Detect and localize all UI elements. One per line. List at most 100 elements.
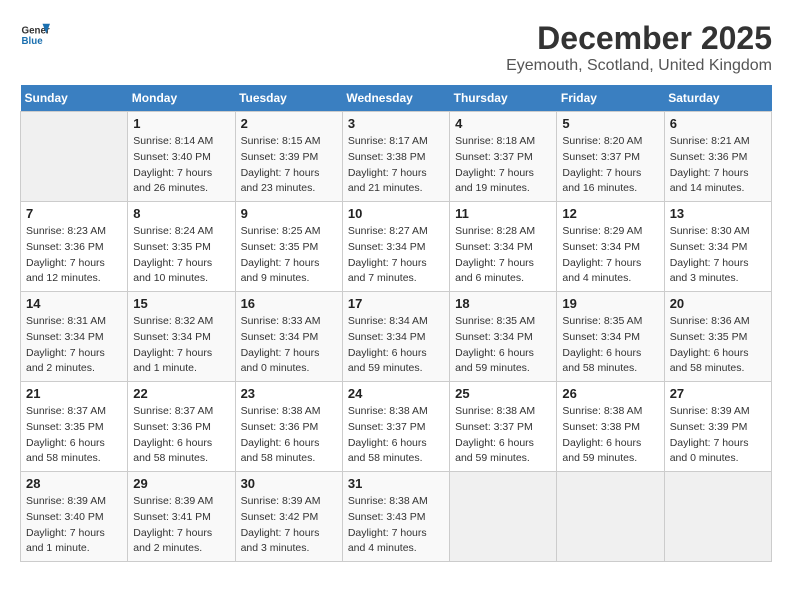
table-row: 26 Sunrise: 8:38 AMSunset: 3:38 PMDayligh…: [557, 382, 664, 472]
table-row: 14 Sunrise: 8:31 AMSunset: 3:34 PMDayligh…: [21, 292, 128, 382]
table-row: 28Sunrise: 8:39 AMSunset: 3:40 PMDayligh…: [21, 472, 128, 562]
table-row: 21Sunrise: 8:37 AMSunset: 3:35 PMDayligh…: [21, 382, 128, 472]
day-info: Sunrise: 8:33 AMSunset: 3:34 PMDaylight:…: [241, 314, 337, 377]
day-number: 5: [562, 116, 658, 131]
day-number: 25: [455, 386, 551, 401]
table-row: 27 Sunrise: 8:39 AMSunset: 3:39 PMDayligh…: [664, 382, 771, 472]
day-number: 27: [670, 386, 766, 401]
day-number: 3: [348, 116, 444, 131]
table-row: 24Sunrise: 8:38 AMSunset: 3:37 PMDayligh…: [342, 382, 449, 472]
day-info: Sunrise: 8:28 AMSunset: 3:34 PMDaylight:…: [455, 224, 551, 287]
calendar-week-row: 21Sunrise: 8:37 AMSunset: 3:35 PMDayligh…: [21, 382, 772, 472]
calendar-week-row: 1 Sunrise: 8:14 AMSunset: 3:40 PMDaylight…: [21, 112, 772, 202]
table-row: 31Sunrise: 8:38 AMSunset: 3:43 PMDayligh…: [342, 472, 449, 562]
day-number: 9: [241, 206, 337, 221]
day-number: 8: [133, 206, 229, 221]
day-info: Sunrise: 8:39 AMSunset: 3:41 PMDaylight:…: [133, 494, 229, 557]
header-monday: Monday: [128, 85, 235, 112]
day-number: 4: [455, 116, 551, 131]
day-number: 20: [670, 296, 766, 311]
location-title: Eyemouth, Scotland, United Kingdom: [506, 57, 772, 75]
calendar-header-row: Sunday Monday Tuesday Wednesday Thursday…: [21, 85, 772, 112]
day-number: 6: [670, 116, 766, 131]
day-number: 10: [348, 206, 444, 221]
table-row: 25Sunrise: 8:38 AMSunset: 3:37 PMDayligh…: [450, 382, 557, 472]
day-number: 14: [26, 296, 122, 311]
day-info: Sunrise: 8:21 AMSunset: 3:36 PMDaylight:…: [670, 134, 766, 197]
table-row: 18 Sunrise: 8:35 AMSunset: 3:34 PMDayligh…: [450, 292, 557, 382]
table-row: 16 Sunrise: 8:33 AMSunset: 3:34 PMDayligh…: [235, 292, 342, 382]
day-info: Sunrise: 8:17 AMSunset: 3:38 PMDaylight:…: [348, 134, 444, 197]
table-row: 30 Sunrise: 8:39 AMSunset: 3:42 PMDayligh…: [235, 472, 342, 562]
header-thursday: Thursday: [450, 85, 557, 112]
day-number: 21: [26, 386, 122, 401]
table-row: 19 Sunrise: 8:35 AMSunset: 3:34 PMDayligh…: [557, 292, 664, 382]
day-info: Sunrise: 8:39 AMSunset: 3:42 PMDaylight:…: [241, 494, 337, 557]
svg-text:Blue: Blue: [22, 36, 44, 47]
calendar-week-row: 7 Sunrise: 8:23 AMSunset: 3:36 PMDaylight…: [21, 202, 772, 292]
day-info: Sunrise: 8:23 AMSunset: 3:36 PMDaylight:…: [26, 224, 122, 287]
day-info: Sunrise: 8:35 AMSunset: 3:34 PMDaylight:…: [455, 314, 551, 377]
table-row: 7 Sunrise: 8:23 AMSunset: 3:36 PMDaylight…: [21, 202, 128, 292]
day-number: 13: [670, 206, 766, 221]
table-row: 1 Sunrise: 8:14 AMSunset: 3:40 PMDaylight…: [128, 112, 235, 202]
table-row: 20 Sunrise: 8:36 AMSunset: 3:35 PMDayligh…: [664, 292, 771, 382]
day-info: Sunrise: 8:18 AMSunset: 3:37 PMDaylight:…: [455, 134, 551, 197]
day-number: 28: [26, 476, 122, 491]
page-header: General Blue December 2025 Eyemouth, Sco…: [20, 20, 772, 75]
day-number: 22: [133, 386, 229, 401]
day-info: Sunrise: 8:14 AMSunset: 3:40 PMDaylight:…: [133, 134, 229, 197]
day-info: Sunrise: 8:29 AMSunset: 3:34 PMDaylight:…: [562, 224, 658, 287]
day-number: 18: [455, 296, 551, 311]
day-number: 2: [241, 116, 337, 131]
day-number: 7: [26, 206, 122, 221]
day-info: Sunrise: 8:34 AMSunset: 3:34 PMDaylight:…: [348, 314, 444, 377]
calendar-table: Sunday Monday Tuesday Wednesday Thursday…: [20, 85, 772, 562]
table-row: 22 Sunrise: 8:37 AMSunset: 3:36 PMDayligh…: [128, 382, 235, 472]
day-info: Sunrise: 8:25 AMSunset: 3:35 PMDaylight:…: [241, 224, 337, 287]
day-number: 16: [241, 296, 337, 311]
day-number: 17: [348, 296, 444, 311]
day-info: Sunrise: 8:38 AMSunset: 3:43 PMDaylight:…: [348, 494, 444, 557]
month-title: December 2025: [506, 20, 772, 57]
day-number: 1: [133, 116, 229, 131]
day-number: 24: [348, 386, 444, 401]
day-info: Sunrise: 8:37 AMSunset: 3:36 PMDaylight:…: [133, 404, 229, 467]
day-number: 29: [133, 476, 229, 491]
table-row: 8Sunrise: 8:24 AMSunset: 3:35 PMDaylight…: [128, 202, 235, 292]
table-row: 2 Sunrise: 8:15 AMSunset: 3:39 PMDaylight…: [235, 112, 342, 202]
day-info: Sunrise: 8:31 AMSunset: 3:34 PMDaylight:…: [26, 314, 122, 377]
day-info: Sunrise: 8:35 AMSunset: 3:34 PMDaylight:…: [562, 314, 658, 377]
day-info: Sunrise: 8:38 AMSunset: 3:36 PMDaylight:…: [241, 404, 337, 467]
calendar-week-row: 14 Sunrise: 8:31 AMSunset: 3:34 PMDayligh…: [21, 292, 772, 382]
table-row: 10Sunrise: 8:27 AMSunset: 3:34 PMDayligh…: [342, 202, 449, 292]
table-row: 23 Sunrise: 8:38 AMSunset: 3:36 PMDayligh…: [235, 382, 342, 472]
title-block: December 2025 Eyemouth, Scotland, United…: [506, 20, 772, 75]
day-number: 30: [241, 476, 337, 491]
table-row: 9 Sunrise: 8:25 AMSunset: 3:35 PMDaylight…: [235, 202, 342, 292]
header-saturday: Saturday: [664, 85, 771, 112]
table-row: [557, 472, 664, 562]
header-tuesday: Tuesday: [235, 85, 342, 112]
logo: General Blue: [20, 20, 50, 50]
day-number: 19: [562, 296, 658, 311]
table-row: 17 Sunrise: 8:34 AMSunset: 3:34 PMDayligh…: [342, 292, 449, 382]
table-row: 11 Sunrise: 8:28 AMSunset: 3:34 PMDayligh…: [450, 202, 557, 292]
table-row: [21, 112, 128, 202]
table-row: 13 Sunrise: 8:30 AMSunset: 3:34 PMDayligh…: [664, 202, 771, 292]
header-wednesday: Wednesday: [342, 85, 449, 112]
table-row: 5 Sunrise: 8:20 AMSunset: 3:37 PMDaylight…: [557, 112, 664, 202]
table-row: 12Sunrise: 8:29 AMSunset: 3:34 PMDayligh…: [557, 202, 664, 292]
day-number: 23: [241, 386, 337, 401]
day-info: Sunrise: 8:20 AMSunset: 3:37 PMDaylight:…: [562, 134, 658, 197]
day-info: Sunrise: 8:32 AMSunset: 3:34 PMDaylight:…: [133, 314, 229, 377]
day-info: Sunrise: 8:38 AMSunset: 3:38 PMDaylight:…: [562, 404, 658, 467]
table-row: [450, 472, 557, 562]
day-info: Sunrise: 8:36 AMSunset: 3:35 PMDaylight:…: [670, 314, 766, 377]
day-info: Sunrise: 8:39 AMSunset: 3:39 PMDaylight:…: [670, 404, 766, 467]
day-number: 11: [455, 206, 551, 221]
day-number: 26: [562, 386, 658, 401]
day-info: Sunrise: 8:30 AMSunset: 3:34 PMDaylight:…: [670, 224, 766, 287]
day-info: Sunrise: 8:15 AMSunset: 3:39 PMDaylight:…: [241, 134, 337, 197]
table-row: 29 Sunrise: 8:39 AMSunset: 3:41 PMDayligh…: [128, 472, 235, 562]
